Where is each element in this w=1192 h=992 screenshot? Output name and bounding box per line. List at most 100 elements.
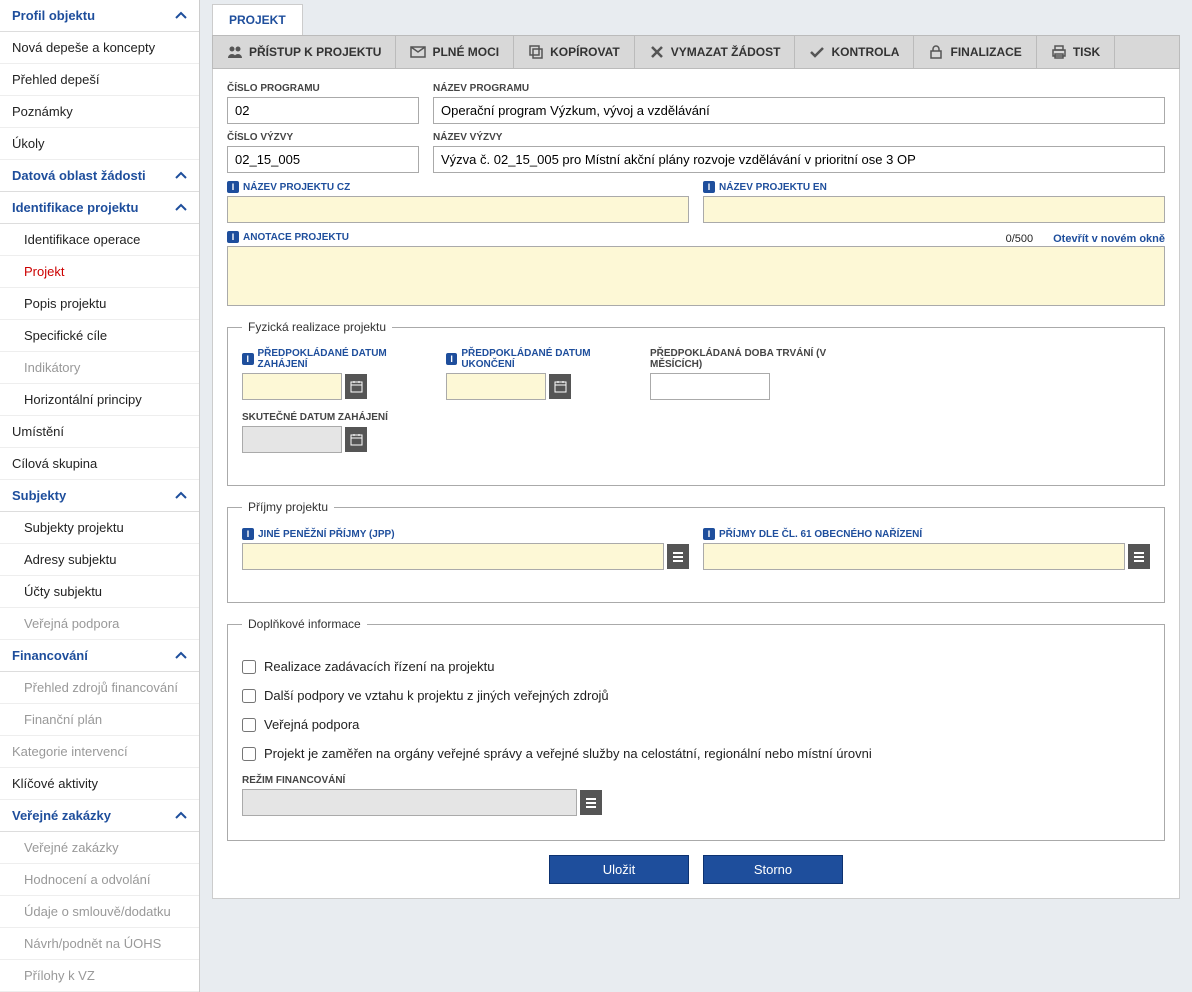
program-name-input[interactable] (433, 97, 1165, 124)
checkbox-c1[interactable] (242, 660, 256, 674)
actual-start-input[interactable] (242, 426, 342, 453)
sidebar-item[interactable]: Přehled depeší (0, 64, 199, 96)
toolbar-finalize[interactable]: FINALIZACE (914, 36, 1036, 68)
sidebar-item[interactable]: Umístění (0, 416, 199, 448)
sidebar-item-projekt[interactable]: Projekt (0, 256, 199, 288)
sidebar-item[interactable]: Kategorie intervencí (0, 736, 199, 768)
sidebar-header-identifikace[interactable]: Identifikace projektu (0, 192, 199, 224)
list-button[interactable] (1128, 544, 1150, 569)
sidebar-item[interactable]: Identifikace operace (0, 224, 199, 256)
checkbox-c4[interactable] (242, 747, 256, 761)
lock-icon (928, 44, 944, 60)
list-icon (672, 551, 684, 563)
sidebar-item[interactable]: Indikátory (0, 352, 199, 384)
chevron-up-icon (175, 810, 187, 822)
cancel-button[interactable]: Storno (703, 855, 843, 884)
duration-input[interactable] (650, 373, 770, 400)
list-button[interactable] (667, 544, 689, 569)
label-actual-start: SKUTEČNÉ DATUM ZAHÁJENÍ (242, 412, 432, 423)
sidebar-item[interactable]: Adresy subjektu (0, 544, 199, 576)
calendar-icon (350, 380, 363, 393)
checkbox-label: Projekt je zaměřen na orgány veřejné spr… (264, 746, 872, 761)
chevron-up-icon (175, 170, 187, 182)
calendar-button[interactable] (345, 374, 367, 399)
sidebar-header-financovani[interactable]: Financování (0, 640, 199, 672)
calendar-button[interactable] (549, 374, 571, 399)
regime-input[interactable] (242, 789, 577, 816)
name-en-input[interactable] (703, 196, 1165, 223)
sidebar-item[interactable]: Cílová skupina (0, 448, 199, 480)
toolbar: PŘÍSTUP K PROJEKTU PLNÉ MOCI KOPÍROVAT V… (212, 35, 1180, 69)
sidebar-item[interactable]: Poznámky (0, 96, 199, 128)
label-program-num: ČÍSLO PROGRAMU (227, 83, 419, 94)
sidebar: Profil objektu Nová depeše a koncepty Př… (0, 0, 200, 992)
toolbar-access[interactable]: PŘÍSTUP K PROJEKTU (213, 36, 396, 68)
toolbar-plnemoci[interactable]: PLNÉ MOCI (396, 36, 514, 68)
list-button[interactable] (580, 790, 602, 815)
info-icon: i (227, 231, 239, 243)
annotation-textarea[interactable] (227, 246, 1165, 306)
call-num-input[interactable] (227, 146, 419, 173)
label-jpp: iJINÉ PENĚŽNÍ PŘÍJMY (JPP) (242, 528, 689, 540)
sidebar-item[interactable]: Popis projektu (0, 288, 199, 320)
sidebar-item[interactable]: Údaje o smlouvě/dodatku (0, 896, 199, 928)
sidebar-item[interactable]: Veřejná podpora (0, 608, 199, 640)
program-num-input[interactable] (227, 97, 419, 124)
checkbox-c2[interactable] (242, 689, 256, 703)
check-icon (809, 44, 825, 60)
toolbar-delete[interactable]: VYMAZAT ŽÁDOST (635, 36, 796, 68)
sidebar-item[interactable]: Přehled zdrojů financování (0, 672, 199, 704)
checkbox-label: Veřejná podpora (264, 717, 359, 732)
calendar-icon (554, 380, 567, 393)
call-name-input[interactable] (433, 146, 1165, 173)
toolbar-check[interactable]: KONTROLA (795, 36, 914, 68)
toolbar-copy[interactable]: KOPÍROVAT (514, 36, 635, 68)
info-icon: i (446, 353, 457, 365)
copy-icon (528, 44, 544, 60)
label-call-name: NÁZEV VÝZVY (433, 132, 1165, 143)
name-cz-input[interactable] (227, 196, 689, 223)
label-duration: PŘEDPOKLÁDANÁ DOBA TRVÁNÍ (V MĚSÍCÍCH) (650, 348, 880, 370)
sidebar-item[interactable]: Návrh/podnět na ÚOHS (0, 928, 199, 960)
checkbox-label: Realizace zadávacích řízení na projektu (264, 659, 495, 674)
physical-fieldset: Fyzická realizace projektu iPŘEDPOKLÁDAN… (227, 320, 1165, 486)
sidebar-header-profil[interactable]: Profil objektu (0, 0, 199, 32)
sidebar-item[interactable]: Nová depeše a koncepty (0, 32, 199, 64)
sidebar-item[interactable]: Hodnocení a odvolání (0, 864, 199, 896)
sidebar-item[interactable]: Specifické cíle (0, 320, 199, 352)
save-button[interactable]: Uložit (549, 855, 689, 884)
label-annotation: iANOTACE PROJEKTU (227, 231, 349, 243)
sidebar-item[interactable]: Přílohy k VZ (0, 960, 199, 992)
toolbar-print[interactable]: TISK (1037, 36, 1115, 68)
delete-icon (649, 44, 665, 60)
info-icon: i (227, 181, 239, 193)
label-call-num: ČÍSLO VÝZVY (227, 132, 419, 143)
info-icon: i (242, 353, 254, 365)
cl61-input[interactable] (703, 543, 1125, 570)
start-date-input[interactable] (242, 373, 342, 400)
label-name-cz: iNÁZEV PROJEKTU CZ (227, 181, 689, 193)
sidebar-item[interactable]: Horizontální principy (0, 384, 199, 416)
checkbox-c3[interactable] (242, 718, 256, 732)
sidebar-item[interactable]: Subjekty projektu (0, 512, 199, 544)
sidebar-header-datova[interactable]: Datová oblast žádosti (0, 160, 199, 192)
sidebar-item[interactable]: Veřejné zakázky (0, 832, 199, 864)
tab-projekt[interactable]: PROJEKT (212, 4, 303, 35)
end-date-input[interactable] (446, 373, 546, 400)
open-new-window-link[interactable]: Otevřít v novém okně (1053, 233, 1165, 245)
sidebar-header-subjekty[interactable]: Subjekty (0, 480, 199, 512)
sidebar-item[interactable]: Úkoly (0, 128, 199, 160)
list-icon (1133, 551, 1145, 563)
label-start: iPŘEDPOKLÁDANÉ DATUM ZAHÁJENÍ (242, 348, 432, 370)
sidebar-item[interactable]: Účty subjektu (0, 576, 199, 608)
mail-icon (410, 44, 426, 60)
jpp-input[interactable] (242, 543, 664, 570)
calendar-button[interactable] (345, 427, 367, 452)
label-name-en: iNÁZEV PROJEKTU EN (703, 181, 1165, 193)
sidebar-header-zakazky[interactable]: Veřejné zakázky (0, 800, 199, 832)
main-content: PROJEKT PŘÍSTUP K PROJEKTU PLNÉ MOCI KOP… (200, 0, 1192, 992)
sidebar-item[interactable]: Klíčové aktivity (0, 768, 199, 800)
char-counter: 0/500 (1006, 233, 1034, 245)
chevron-up-icon (175, 202, 187, 214)
sidebar-item[interactable]: Finanční plán (0, 704, 199, 736)
